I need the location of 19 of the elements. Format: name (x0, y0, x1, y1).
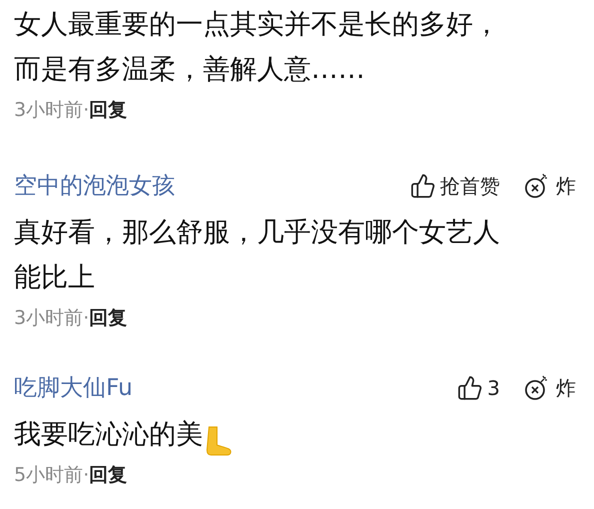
thumbs-up-icon (457, 375, 484, 401)
reply-link[interactable]: 回复 (89, 98, 128, 122)
bomb-icon (524, 173, 550, 199)
bomb-button[interactable]: 炸 (524, 373, 576, 403)
bomb-button[interactable]: 炸 (524, 171, 576, 201)
thumbs-up-icon (410, 173, 436, 199)
comment-text: 我要吃沁沁的美 (14, 418, 203, 452)
like-button[interactable]: 3 (457, 373, 500, 403)
like-button[interactable]: 抢首赞 (410, 171, 500, 201)
username[interactable]: 空中的泡泡女孩 (14, 174, 175, 198)
timestamp: 5小时前· (14, 463, 90, 487)
bomb-icon (524, 375, 550, 401)
timestamp: 3小时前· (14, 306, 90, 330)
comment-text: 女人最重要的一点其实并不是长的多好，而是有多温柔，善解人意…… (14, 8, 501, 87)
comment-text: 真好看，那么舒服，几乎没有哪个女艺人能比上 (14, 216, 501, 295)
timestamp: 3小时前· (14, 98, 90, 122)
reply-link[interactable]: 回复 (89, 463, 128, 487)
username[interactable]: 吃脚大仙Fu (14, 376, 133, 400)
reply-link[interactable]: 回复 (89, 306, 128, 330)
